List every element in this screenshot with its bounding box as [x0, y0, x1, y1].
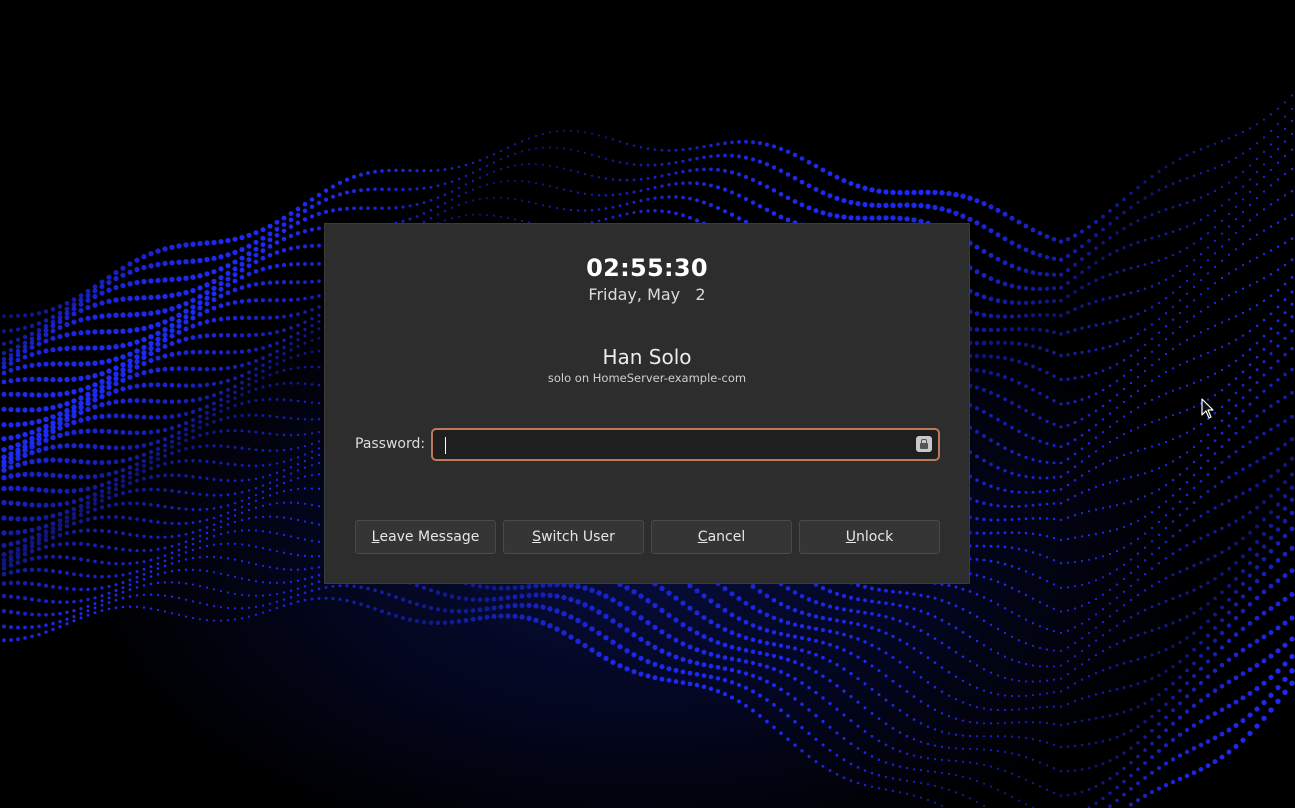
mnemonic-letter: U [845, 529, 857, 545]
switch-user-button[interactable]: Switch User [503, 520, 644, 554]
unlock-dialog: 02:55:30 Friday, May 2 Han Solo solo on … [324, 223, 970, 584]
mnemonic-letter: C [697, 529, 708, 545]
password-input[interactable] [431, 428, 940, 461]
clock-time: 02:55:30 [586, 254, 708, 282]
mnemonic-letter: L [371, 529, 380, 545]
button-label: eave Message [379, 529, 480, 545]
password-label: Password: [355, 436, 426, 452]
lock-icon[interactable] [916, 436, 932, 452]
text-caret [445, 437, 446, 454]
button-row: Leave Message Switch User Cancel Unlock [355, 520, 940, 554]
button-label: witch User [541, 529, 615, 545]
leave-message-button[interactable]: Leave Message [355, 520, 496, 554]
user-host-info: solo on HomeServer-example-com [547, 371, 747, 385]
mnemonic-letter: S [532, 529, 542, 545]
button-label: ancel [707, 529, 746, 545]
mouse-pointer-icon [1201, 398, 1214, 419]
user-full-name: Han Solo [602, 345, 692, 369]
unlock-button[interactable]: Unlock [799, 520, 940, 554]
clock-date: Friday, May 2 [588, 285, 706, 304]
button-label: nlock [856, 529, 894, 545]
cancel-button[interactable]: Cancel [651, 520, 792, 554]
